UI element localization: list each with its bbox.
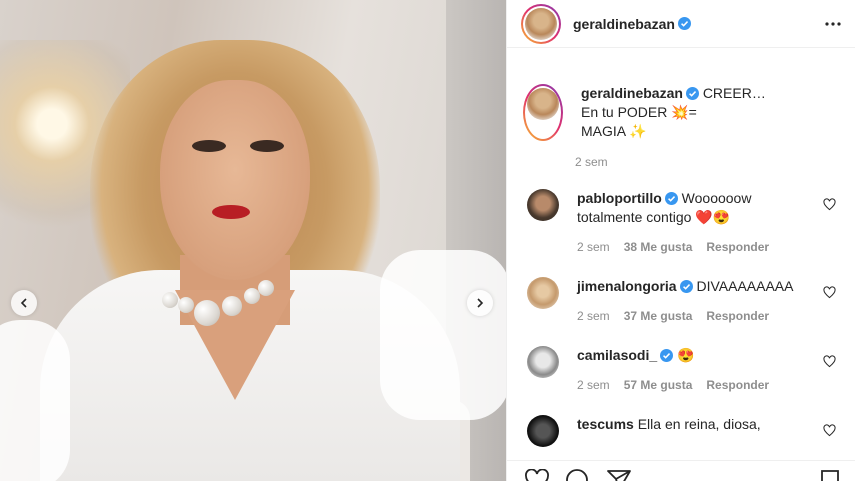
comment-meta: 2 sem 57 Me gusta Responder xyxy=(577,376,819,395)
comment-timestamp[interactable]: 2 sem xyxy=(577,376,610,395)
comment-meta: 2 sem 38 Me gusta Responder xyxy=(577,238,819,257)
comment-body: pabloportillo Woooooow totalmente contig… xyxy=(577,189,839,257)
verified-badge-icon xyxy=(685,87,699,100)
eye-left xyxy=(192,140,226,152)
comment-likes[interactable]: 38 Me gusta xyxy=(624,238,693,257)
verified-badge-icon xyxy=(660,349,674,362)
comment-timestamp[interactable]: 2 sem xyxy=(577,238,610,257)
heart-icon[interactable] xyxy=(823,198,836,211)
pearl xyxy=(222,296,242,316)
like-icon[interactable] xyxy=(525,469,549,481)
caption-line: MAGIA ✨ xyxy=(581,123,647,139)
more-options-icon[interactable] xyxy=(825,21,841,26)
eye-right xyxy=(250,140,284,152)
comment-username[interactable]: jimenalongoria xyxy=(577,278,677,294)
verified-badge-icon xyxy=(677,17,691,30)
comment-text: DIVAAAAAAAA xyxy=(696,278,794,294)
author-avatar[interactable] xyxy=(521,3,561,44)
comment-icon[interactable] xyxy=(565,469,589,481)
chevron-right-icon xyxy=(477,298,484,308)
commenter-avatar[interactable] xyxy=(527,346,559,378)
previous-photo-button[interactable] xyxy=(11,290,37,316)
reply-button[interactable]: Responder xyxy=(706,238,769,257)
heart-icon[interactable] xyxy=(823,286,836,299)
caption-timestamp[interactable]: 2 sem xyxy=(575,155,839,169)
comments-list[interactable]: geraldinebazan CREER… En tu PODER 💥= MAG… xyxy=(507,48,855,460)
pearl xyxy=(178,297,194,313)
reply-button[interactable]: Responder xyxy=(706,376,769,395)
comment-username[interactable]: camilasodi_ xyxy=(577,347,657,363)
chevron-left-icon xyxy=(20,298,27,308)
post-caption: geraldinebazan CREER… En tu PODER 💥= MAG… xyxy=(523,48,839,141)
comment-item: pabloportillo Woooooow totalmente contig… xyxy=(523,189,839,257)
post-sidebar: geraldinebazan geraldinebazan CREER… En … xyxy=(506,0,855,481)
heart-icon[interactable] xyxy=(823,355,836,368)
pearl xyxy=(258,280,274,296)
comment-text: Woooooow xyxy=(681,190,752,206)
commenter-avatar[interactable] xyxy=(527,415,559,447)
caption-line: En tu PODER 💥= xyxy=(581,104,697,120)
lips xyxy=(212,205,250,219)
sleeve-right xyxy=(380,250,506,420)
comment-item: jimenalongoria DIVAAAAAAAA 2 sem 37 Me g… xyxy=(523,277,839,326)
comment-username[interactable]: pabloportillo xyxy=(577,190,662,206)
comment-body: jimenalongoria DIVAAAAAAAA 2 sem 37 Me g… xyxy=(577,277,839,326)
bookmark-icon[interactable] xyxy=(819,469,841,481)
comment-text: 😍 xyxy=(677,347,695,363)
author-username[interactable]: geraldinebazan xyxy=(573,16,675,32)
comment-timestamp[interactable]: 2 sem xyxy=(577,307,610,326)
pearl xyxy=(194,300,220,326)
comment-item: tescums Ella en reina, diosa, xyxy=(523,415,839,447)
comment-body: tescums Ella en reina, diosa, xyxy=(577,415,839,447)
share-icon[interactable] xyxy=(607,469,631,481)
action-bar xyxy=(507,460,855,481)
comment-likes[interactable]: 37 Me gusta xyxy=(624,307,693,326)
comment-username[interactable]: tescums xyxy=(577,416,634,432)
post-header: geraldinebazan xyxy=(507,0,855,48)
caption-username[interactable]: geraldinebazan xyxy=(581,85,683,101)
verified-badge-icon xyxy=(679,280,693,293)
comment-text: totalmente contigo ❤️😍 xyxy=(577,209,731,225)
author-avatar[interactable] xyxy=(523,84,563,141)
caption-line: CREER… xyxy=(702,85,766,101)
commenter-avatar[interactable] xyxy=(527,189,559,221)
reply-button[interactable]: Responder xyxy=(706,307,769,326)
sleeve-left xyxy=(0,320,70,481)
post-photo[interactable] xyxy=(0,0,506,481)
commenter-avatar[interactable] xyxy=(527,277,559,309)
verified-badge-icon xyxy=(664,192,678,205)
next-photo-button[interactable] xyxy=(467,290,493,316)
caption-text: geraldinebazan CREER… En tu PODER 💥= MAG… xyxy=(581,84,766,141)
face xyxy=(160,80,310,280)
comment-item: camilasodi_ 😍 2 sem 57 Me gusta Responde… xyxy=(523,346,839,395)
heart-icon[interactable] xyxy=(823,424,836,437)
comment-body: camilasodi_ 😍 2 sem 57 Me gusta Responde… xyxy=(577,346,839,395)
pearl xyxy=(162,292,178,308)
comment-likes[interactable]: 57 Me gusta xyxy=(624,376,693,395)
comment-text: Ella en reina, diosa, xyxy=(637,416,761,432)
comment-meta: 2 sem 37 Me gusta Responder xyxy=(577,307,819,326)
